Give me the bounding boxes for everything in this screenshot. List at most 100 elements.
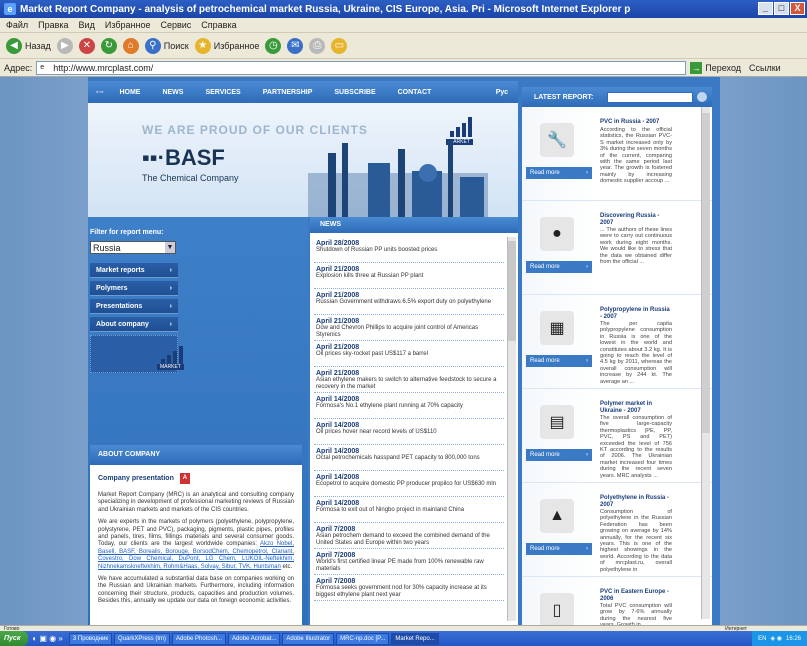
news-item[interactable]: April 7/2008 Formosa seeks government nod…: [314, 575, 504, 601]
nav-partnership[interactable]: PARTNERSHIP: [263, 89, 313, 96]
task-illustrator[interactable]: Adobe Illustrator: [282, 632, 335, 645]
news-item[interactable]: April 21/2008 Explosion kills three at Ru…: [314, 263, 504, 289]
address-input[interactable]: e http://www.mrcplast.com/: [36, 60, 687, 75]
quicklaunch-icons[interactable]: ◐ ▣ ◉ »: [32, 634, 63, 643]
menu-view[interactable]: Вид: [79, 20, 95, 30]
read-more-button[interactable]: Read more ›: [526, 167, 592, 179]
news-item[interactable]: April 14/2008 Formosa to exit out of Ning…: [314, 497, 504, 523]
reports-scrollbar-thumb[interactable]: [702, 113, 710, 433]
report-title[interactable]: Polyethylene in Russia - 2007: [600, 495, 672, 509]
stop-icon[interactable]: ✕: [78, 37, 95, 54]
left-menu-market-reports[interactable]: Market reports ›: [90, 263, 178, 278]
bottle-icon[interactable]: ▲: [540, 499, 574, 533]
region-select[interactable]: Russia ▼: [90, 241, 176, 254]
refresh-icon[interactable]: ↻: [100, 37, 117, 54]
news-scrollbar[interactable]: [507, 237, 516, 621]
minimize-button[interactable]: _: [758, 2, 773, 15]
read-more-button[interactable]: Read more ›: [526, 355, 592, 367]
reports-scrollbar[interactable]: [701, 107, 710, 619]
news-item[interactable]: April 7/2008 Asian petrochem demand to ex…: [314, 523, 504, 549]
news-headline[interactable]: Formosa's No.1 ethylene plant running at…: [316, 403, 502, 410]
go-button[interactable]: Переход: [705, 63, 741, 73]
nav-language[interactable]: Рус: [496, 89, 508, 96]
left-menu-polymers[interactable]: Polymers ›: [90, 281, 178, 296]
read-more-button[interactable]: Read more ›: [526, 449, 592, 461]
news-item[interactable]: April 21/2008 Russian Government withdraw…: [314, 289, 504, 315]
task-explorer[interactable]: 3 Проводник: [68, 632, 112, 645]
window-titlebar[interactable]: e Market Report Company - analysis of pe…: [0, 0, 807, 18]
menu-help[interactable]: Справка: [201, 20, 236, 30]
start-button[interactable]: Пуск: [0, 631, 29, 646]
news-headline[interactable]: Asian ethylene makers to switch to alter…: [316, 377, 502, 391]
news-item[interactable]: April 14/2008 Octal petrochemicals hasspa…: [314, 445, 504, 471]
news-headline[interactable]: World's first certified linear PE made f…: [316, 559, 502, 573]
menu-favorites[interactable]: Избранное: [105, 20, 151, 30]
left-menu-about-company[interactable]: About company ›: [90, 317, 178, 332]
hero-banner[interactable]: WE ARE PROUD OF OUR CLIENTS ▪▪·BASF The …: [88, 103, 518, 217]
favorites-button[interactable]: ★ Избранное: [194, 37, 259, 54]
history-icon[interactable]: ◷: [265, 37, 282, 54]
report-title[interactable]: Discovering Russia - 2007: [600, 213, 672, 227]
nav-news[interactable]: NEWS: [162, 89, 183, 96]
nav-subscribe[interactable]: SUBSCRIBE: [334, 89, 375, 96]
task-quarkxpress[interactable]: QuarkXPress (tm): [113, 632, 170, 645]
tray-icons[interactable]: ◈ ◉: [770, 635, 782, 642]
pipe-icon[interactable]: 🔧: [540, 123, 574, 157]
menu-edit[interactable]: Правка: [38, 20, 68, 30]
news-item[interactable]: April 21/2008 Dow and Chevron Phillips to…: [314, 315, 504, 341]
task-ie-market-report[interactable]: Market Repo...: [391, 632, 439, 645]
polymer-icon[interactable]: ▤: [540, 405, 574, 439]
news-item[interactable]: April 21/2008 Oil prices sky-rocket past …: [314, 341, 504, 367]
news-headline[interactable]: Shutdown of Russian PP units boosted pri…: [316, 247, 502, 254]
go-arrow-icon[interactable]: →: [690, 61, 703, 74]
news-headline[interactable]: Oil prices sky-rocket past US$117 a barr…: [316, 351, 502, 358]
print-icon[interactable]: ⎙: [309, 37, 326, 54]
news-headline[interactable]: Dow and Chevron Phillips to acquire join…: [316, 325, 502, 339]
pdf-icon[interactable]: A: [179, 473, 190, 484]
news-item[interactable]: April 28/2008 Shutdown of Russian PP unit…: [314, 237, 504, 263]
task-photoshop[interactable]: Adobe Photosh...: [172, 632, 227, 645]
forward-arrow-icon[interactable]: ▶: [56, 37, 73, 54]
news-item[interactable]: April 14/2008 Ecopetrol to acquire domest…: [314, 471, 504, 497]
news-item[interactable]: April 7/2008 World's first certified line…: [314, 549, 504, 575]
read-more-button[interactable]: Read more ›: [526, 261, 592, 273]
folder-icon[interactable]: ▭: [331, 37, 348, 54]
search-button[interactable]: ⚲ Поиск: [144, 37, 189, 54]
search-input[interactable]: [607, 91, 694, 103]
menu-file[interactable]: Файл: [6, 20, 28, 30]
back-button[interactable]: ◀ Назад: [6, 37, 51, 54]
nav-contact[interactable]: CONTACT: [398, 89, 432, 96]
container-icon[interactable]: ▦: [540, 311, 574, 345]
news-headline[interactable]: Oil prices hover near record levels of U…: [316, 429, 502, 436]
profile-icon[interactable]: ▯: [540, 593, 574, 625]
news-headline[interactable]: Ecopetrol to acquire domestic PP produce…: [316, 481, 502, 488]
report-title[interactable]: PVC in Russia - 2007: [600, 119, 672, 126]
close-button[interactable]: X: [790, 2, 805, 15]
menu-tools[interactable]: Сервис: [160, 20, 191, 30]
nav-services[interactable]: SERVICES: [205, 89, 240, 96]
news-headline[interactable]: Formosa to exit out of Ningbo project in…: [316, 507, 502, 514]
language-indicator[interactable]: EN: [758, 636, 766, 642]
links-button[interactable]: Ссылки: [749, 63, 781, 73]
news-headline[interactable]: Russian Government withdraws 6.5% export…: [316, 299, 502, 306]
task-acrobat[interactable]: Adobe Acrobat...: [228, 632, 281, 645]
task-word-doc[interactable]: MRC-np.doc [P...: [336, 632, 390, 645]
news-headline[interactable]: Asian petrochem demand to exceed the com…: [316, 533, 502, 547]
left-menu-presentations[interactable]: Presentations ›: [90, 299, 178, 314]
search-go-icon[interactable]: [697, 92, 708, 102]
nav-home[interactable]: HOME: [119, 89, 140, 96]
read-more-button[interactable]: Read more ›: [526, 543, 592, 555]
company-presentation-link[interactable]: Company presentation A: [98, 473, 294, 484]
news-headline[interactable]: Explosion kills three at Russian PP plan…: [316, 273, 502, 280]
mail-icon[interactable]: ✉: [287, 37, 304, 54]
matryoshka-icon[interactable]: ●: [540, 217, 574, 251]
report-title[interactable]: PVC in Eastern Europe - 2006: [600, 589, 672, 603]
report-title[interactable]: Polypropylene in Russia - 2007: [600, 307, 672, 321]
news-item[interactable]: April 14/2008 Oil prices hover near recor…: [314, 419, 504, 445]
news-item[interactable]: April 14/2008 Formosa's No.1 ethylene pla…: [314, 393, 504, 419]
report-title[interactable]: Polymer market in Ukraine - 2007: [600, 401, 672, 415]
home-icon[interactable]: ⌂: [122, 37, 139, 54]
mini-banner[interactable]: MARKET: [90, 335, 184, 373]
news-scrollbar-thumb[interactable]: [508, 241, 516, 341]
news-headline[interactable]: Formosa seeks government nod for 30% cap…: [316, 585, 502, 599]
